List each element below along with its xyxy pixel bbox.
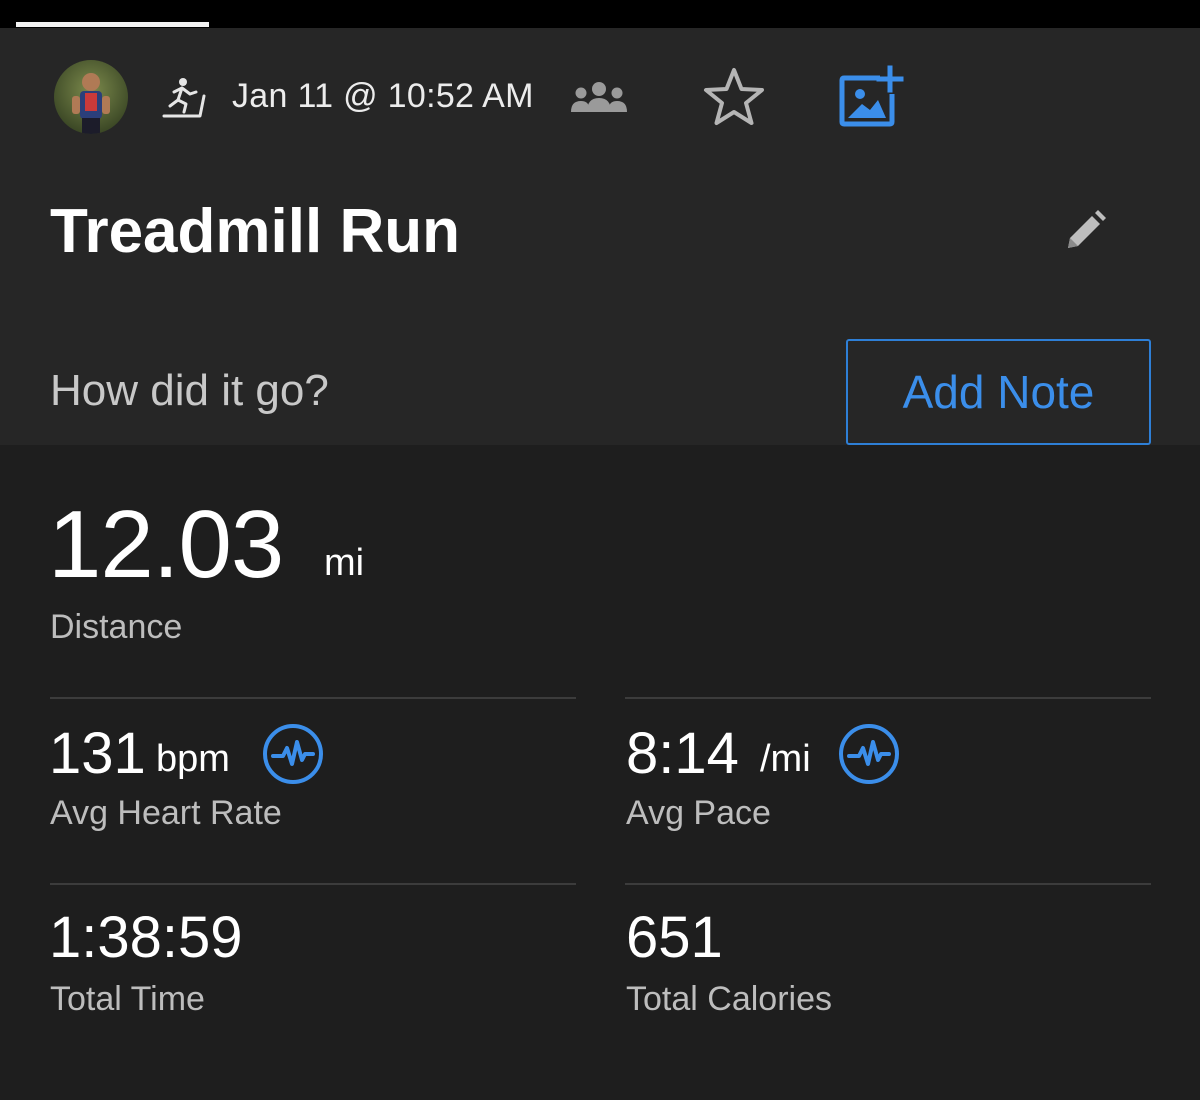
star-icon[interactable] — [702, 66, 766, 128]
total-time-label: Total Time — [50, 980, 205, 1018]
avatar[interactable] — [54, 60, 128, 134]
avg-heart-rate-unit: bpm — [156, 738, 230, 780]
group-icon[interactable] — [566, 80, 632, 116]
avg-pace-label: Avg Pace — [626, 794, 771, 832]
pace-chart-icon[interactable] — [837, 722, 901, 786]
note-prompt: How did it go? — [50, 366, 329, 415]
total-calories-label: Total Calories — [626, 980, 832, 1018]
status-strip — [0, 0, 1200, 28]
distance-value: 12.03 — [48, 491, 284, 598]
avg-pace-value: 8:14 — [626, 721, 739, 786]
avg-pace-unit: /mi — [760, 738, 811, 780]
avg-heart-rate-value: 131 — [49, 721, 146, 786]
add-photo-icon[interactable] — [836, 64, 906, 130]
divider — [625, 697, 1151, 699]
edit-pencil-icon[interactable] — [1062, 208, 1106, 254]
heart-rate-chart-icon[interactable] — [261, 722, 325, 786]
activity-title: Treadmill Run — [50, 197, 460, 266]
treadmill-run-icon — [162, 78, 206, 118]
activity-date: Jan 11 @ 10:52 AM — [232, 77, 534, 115]
total-calories-value: 651 — [626, 905, 723, 970]
add-note-button[interactable]: Add Note — [846, 339, 1151, 445]
avg-heart-rate-label: Avg Heart Rate — [50, 794, 282, 832]
divider — [625, 883, 1151, 885]
distance-label: Distance — [50, 608, 183, 646]
divider — [50, 697, 576, 699]
home-indicator — [16, 22, 209, 27]
divider — [50, 883, 576, 885]
distance-unit: mi — [324, 542, 365, 584]
total-time-value: 1:38:59 — [49, 905, 243, 970]
